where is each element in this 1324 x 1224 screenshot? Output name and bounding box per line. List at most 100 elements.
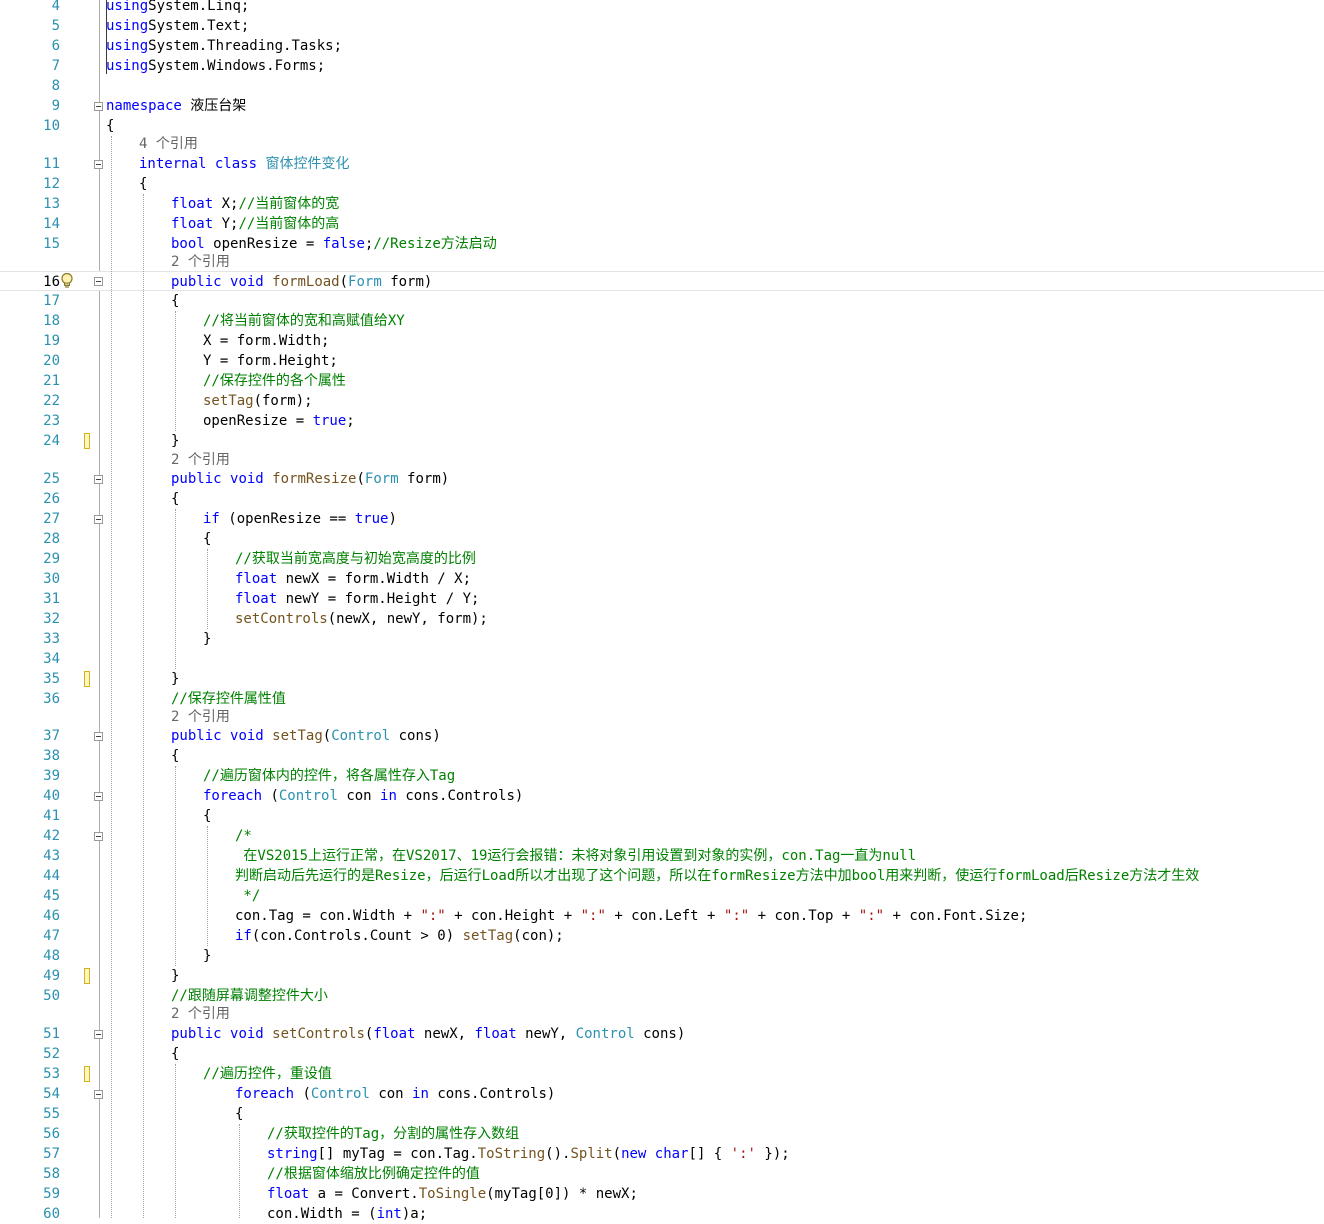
code-editor[interactable]: 4 usingSystem.Linq; 5 usingSystem.Text; 6 usi… <box>0 0 1324 1222</box>
code-line[interactable]: 39 //遍历窗体内的控件，将各属性存入Tag <box>0 766 1324 786</box>
line-number: 37 <box>43 728 60 744</box>
code-line[interactable]: 56 //获取控件的Tag，分割的属性存入数组 <box>0 1124 1324 1144</box>
code-line[interactable]: 46 con.Tag = con.Width + ":" + con.Height… <box>0 906 1324 926</box>
line-number: 59 <box>43 1186 60 1202</box>
code-line[interactable]: 37 public void setTag(Control cons) <box>0 726 1324 746</box>
code-line[interactable]: 27 if (openResize == true) <box>0 509 1324 529</box>
code-line[interactable]: 41 { <box>0 806 1324 826</box>
token: in <box>412 1086 429 1102</box>
code-line[interactable]: 14 float Y;//当前窗体的高 <box>0 214 1324 234</box>
code-line[interactable]: 58 //根据窗体缩放比例确定控件的值 <box>0 1164 1324 1184</box>
line-number: 10 <box>43 118 60 134</box>
token: )a; <box>401 1206 428 1222</box>
code-line[interactable]: 40 foreach (Control con in cons.Controls) <box>0 786 1324 806</box>
code-line[interactable]: 18 //将当前窗体的宽和高赋值给XY <box>0 311 1324 331</box>
code-line[interactable]: 12 { <box>0 174 1324 194</box>
line-number: 55 <box>43 1106 60 1122</box>
fold-collapse-icon[interactable] <box>94 1090 103 1099</box>
fold-collapse-icon[interactable] <box>94 792 103 801</box>
fold-collapse-icon[interactable] <box>94 277 103 286</box>
code-line[interactable]: 45 */ <box>0 886 1324 906</box>
line-number: 8 <box>51 78 60 94</box>
fold-collapse-icon[interactable] <box>94 475 103 484</box>
code-line[interactable]: 13 float X;//当前窗体的宽 <box>0 194 1324 214</box>
code-line[interactable]: 28 { <box>0 529 1324 549</box>
code-text: public void formResize(Form form) <box>171 469 449 489</box>
fold-collapse-icon[interactable] <box>94 1030 103 1039</box>
code-line[interactable]: 34 <box>0 649 1324 669</box>
code-line[interactable]: 23 openResize = true; <box>0 411 1324 431</box>
code-line[interactable]: 38 { <box>0 746 1324 766</box>
line-number: 41 <box>43 808 60 824</box>
code-text: { <box>203 529 211 549</box>
token: setControls <box>235 611 328 627</box>
code-line[interactable]: 22 setTag(form); <box>0 391 1324 411</box>
token: char <box>654 1146 689 1162</box>
code-line[interactable]: 5 usingSystem.Text; <box>0 16 1324 36</box>
code-line[interactable]: 17 { <box>0 291 1324 311</box>
code-line[interactable]: 9 namespace 液压台架 <box>0 96 1324 116</box>
code-line[interactable]: 33} <box>0 629 1324 649</box>
fold-collapse-icon[interactable] <box>94 832 103 841</box>
codelens-references[interactable]: 2 个引用 <box>171 1006 230 1022</box>
code-line[interactable]: 26 { <box>0 489 1324 509</box>
line-number: 23 <box>43 413 60 429</box>
code-line[interactable]: 15 bool openResize = false;//Resize方法启动 <box>0 234 1324 254</box>
codelens-references[interactable]: 2 个引用 <box>171 452 230 468</box>
codelens-references[interactable]: 2 个引用 <box>171 254 230 270</box>
lightbulb-icon[interactable] <box>60 272 74 290</box>
fold-collapse-icon[interactable] <box>94 732 103 741</box>
code-line[interactable]: 53 //遍历控件，重设值 <box>0 1064 1324 1084</box>
code-line[interactable]: 54 foreach (Control con in cons.Controls) <box>0 1084 1324 1104</box>
line-number: 26 <box>43 491 60 507</box>
code-line[interactable]: 52 { <box>0 1044 1324 1064</box>
code-line[interactable]: 55 { <box>0 1104 1324 1124</box>
code-line[interactable]: 29 //获取当前宽高度与初始宽高度的比例 <box>0 549 1324 569</box>
code-line[interactable]: 24} <box>0 431 1324 451</box>
fold-collapse-icon[interactable] <box>94 160 103 169</box>
code-line[interactable]: 42 /* <box>0 826 1324 846</box>
code-line[interactable]: 6 usingSystem.Threading.Tasks; <box>0 36 1324 56</box>
code-line[interactable]: 4 usingSystem.Linq; <box>0 0 1324 16</box>
code-text: setControls(newX, newY, form); <box>235 609 488 629</box>
code-line[interactable]: 19 X = form.Width; <box>0 331 1324 351</box>
code-line[interactable]: 21 //保存控件的各个属性 <box>0 371 1324 391</box>
fold-collapse-icon[interactable] <box>94 515 103 524</box>
fold-collapse-icon[interactable] <box>94 102 103 111</box>
unsaved-change-marker <box>84 968 90 984</box>
code-line[interactable]: 43 在VS2015上运行正常，在VS2017、19运行会报错：未将对象引用设置… <box>0 846 1324 866</box>
code-line[interactable]: 59 float a = Convert.ToSingle(myTag[0]) *… <box>0 1184 1324 1204</box>
code-line[interactable]: 50 //跟随屏幕调整控件大小 <box>0 986 1324 1006</box>
code-line[interactable]: 10 { <box>0 116 1324 136</box>
code-line[interactable]: 20 Y = form.Height; <box>0 351 1324 371</box>
code-line[interactable]: 51 public void setControls(float newX, fl… <box>0 1024 1324 1044</box>
line-number: 29 <box>43 551 60 567</box>
token: //保存控件的各个属性 <box>203 373 346 389</box>
codelens-references[interactable]: 4 个引用 <box>139 136 198 152</box>
code-line[interactable]: 44 判断启动后先运行的是Resize，后运行Load所以才出现了这个问题，所以在… <box>0 866 1324 886</box>
code-line[interactable]: 25 public void formResize(Form form) <box>0 469 1324 489</box>
token: void <box>230 728 264 744</box>
token: 在VS2015上运行正常，在VS2017、19运行会报错：未将对象引用设置到对象… <box>235 848 917 864</box>
code-line[interactable]: 57 string[] myTag = con.Tag.ToString().Sp… <box>0 1144 1324 1164</box>
code-line[interactable]: 48} <box>0 946 1324 966</box>
code-line[interactable]: 60 con.Width = (int)a; <box>0 1204 1324 1224</box>
code-line[interactable]: 8 <box>0 76 1324 96</box>
code-line[interactable]: 30 float newX = form.Width / X; <box>0 569 1324 589</box>
code-line[interactable]: 36 //保存控件属性值 <box>0 689 1324 709</box>
token: ToSingle <box>418 1186 487 1202</box>
token: 窗体控件变化 <box>265 156 350 172</box>
code-line[interactable]: 7 usingSystem.Windows.Forms; <box>0 56 1324 76</box>
code-line[interactable]: 35} <box>0 669 1324 689</box>
codelens-references[interactable]: 2 个引用 <box>171 709 230 725</box>
code-line[interactable]: 16 public void formLoad(Form form) <box>0 271 1324 291</box>
code-line[interactable]: 11 internal class 窗体控件变化 <box>0 154 1324 174</box>
code-line[interactable]: 32 setControls(newX, newY, form); <box>0 609 1324 629</box>
code-line[interactable]: 31 float newY = form.Height / Y; <box>0 589 1324 609</box>
token: Control <box>331 728 391 744</box>
code-line[interactable]: 47 if(con.Controls.Count > 0) setTag(con)… <box>0 926 1324 946</box>
code-line[interactable]: 49} <box>0 966 1324 986</box>
